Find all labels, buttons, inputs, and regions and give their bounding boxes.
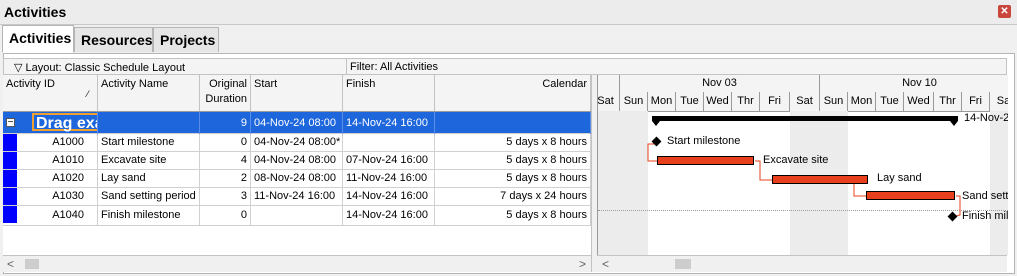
sort-icon: ⁄ xyxy=(87,89,89,99)
activity-calendar: 5 days x 8 hours xyxy=(435,170,591,187)
activity-calendar: 5 days x 8 hours xyxy=(435,152,591,169)
table-row[interactable]: A1010 Excavate site 4 04-Nov-24 08:00 07… xyxy=(3,152,591,170)
gantt-chart: Nov 03 Nov 10 Sat Sun Mon Tue Wed Thr Fr… xyxy=(597,75,1008,255)
activity-finish: 14-Nov-24 16:00 xyxy=(343,188,435,205)
scroll-right-icon[interactable]: > xyxy=(579,257,586,271)
gantt-label: Excavate site xyxy=(763,154,829,166)
scroll-left-icon[interactable]: < xyxy=(7,257,14,271)
activity-name: Start milestone xyxy=(98,134,200,151)
activity-id: A1030 xyxy=(17,188,98,205)
wbs-finish: 14-Nov-24 16:00 xyxy=(343,112,435,134)
layout-filter-bar: ▽ Layout: Classic Schedule Layout Filter… xyxy=(3,58,1007,75)
activity-duration: 4 xyxy=(200,152,251,169)
close-icon[interactable]: ✕ xyxy=(998,5,1011,18)
activity-finish: 11-Nov-24 16:00 xyxy=(343,170,435,187)
activity-bar[interactable] xyxy=(657,156,754,165)
table-row[interactable]: A1040 Finish milestone 0 14-Nov-24 16:00… xyxy=(3,206,591,226)
table-row[interactable]: A1000 Start milestone 0 04-Nov-24 08:00*… xyxy=(3,134,591,152)
activity-name: Excavate site xyxy=(98,152,200,169)
activity-duration: 0 xyxy=(200,206,251,225)
col-finish[interactable]: Finish xyxy=(343,75,435,111)
wbs-calendar xyxy=(435,112,591,134)
col-activity-name[interactable]: Activity Name xyxy=(98,75,200,111)
scroll-left-icon[interactable]: < xyxy=(602,257,609,271)
table-row[interactable]: A1020 Lay sand 2 08-Nov-24 08:00 11-Nov-… xyxy=(3,170,591,188)
gantt-label: Finish mile xyxy=(962,210,1008,222)
activity-table: Activity ID ⁄ Activity Name Original Dura… xyxy=(3,75,591,255)
wbs-start: 04-Nov-24 08:00 xyxy=(251,112,343,134)
scroll-thumb[interactable] xyxy=(25,259,39,269)
chevron-down-icon: ▽ xyxy=(14,62,26,74)
activity-finish xyxy=(343,134,435,151)
activity-duration: 3 xyxy=(200,188,251,205)
activity-start: 04-Nov-24 08:00* xyxy=(251,134,343,151)
activity-name: Finish milestone xyxy=(98,206,200,225)
tab-projects[interactable]: Projects xyxy=(153,27,219,52)
activity-id: A1040 xyxy=(17,206,98,225)
wbs-id-cell: − Drag example xyxy=(3,112,98,134)
activity-bar[interactable] xyxy=(772,175,868,184)
divider xyxy=(346,59,347,74)
window-title: Activities xyxy=(4,4,67,20)
col-activity-id[interactable]: Activity ID ⁄ xyxy=(3,75,98,111)
table-horizontal-scrollbar[interactable]: < > xyxy=(3,255,591,272)
layout-label[interactable]: ▽ Layout: Classic Schedule Layout xyxy=(14,61,185,74)
wbs-duration: 9 xyxy=(200,112,251,134)
tab-activities[interactable]: Activities xyxy=(2,25,74,53)
col-original-duration[interactable]: Original Duration xyxy=(200,75,251,111)
activity-finish: 07-Nov-24 16:00 xyxy=(343,152,435,169)
activity-calendar: 5 days x 8 hours xyxy=(435,206,591,225)
activity-start: 11-Nov-24 16:00 xyxy=(251,188,343,205)
wbs-name[interactable]: Drag example xyxy=(32,113,97,132)
activity-name: Lay sand xyxy=(98,170,200,187)
activity-id: A1000 xyxy=(17,134,98,151)
title-bar: Activities ✕ xyxy=(0,0,1017,25)
gantt-label: Sand sett xyxy=(962,190,1008,202)
collapse-toggle[interactable]: − xyxy=(6,118,15,128)
filter-label[interactable]: Filter: All Activities xyxy=(350,61,438,73)
col-start[interactable]: Start xyxy=(251,75,343,111)
gantt-horizontal-scrollbar[interactable]: < xyxy=(597,255,1007,272)
activity-duration: 2 xyxy=(200,170,251,187)
col-calendar[interactable]: Calendar xyxy=(435,75,591,111)
activity-start: 08-Nov-24 08:00 xyxy=(251,170,343,187)
activity-calendar: 5 days x 8 hours xyxy=(435,134,591,151)
table-row[interactable]: A1030 Sand setting period 3 11-Nov-24 16… xyxy=(3,188,591,206)
wbs-row[interactable]: − Drag example 9 04-Nov-24 08:00 14-Nov-… xyxy=(3,112,591,134)
activity-start xyxy=(251,206,343,225)
activity-start: 04-Nov-24 08:00 xyxy=(251,152,343,169)
activity-id: A1020 xyxy=(17,170,98,187)
gantt-label: Lay sand xyxy=(877,172,922,184)
activity-duration: 0 xyxy=(200,134,251,151)
table-header: Activity ID ⁄ Activity Name Original Dura… xyxy=(3,75,591,112)
tab-resources[interactable]: Resources xyxy=(74,27,153,52)
scroll-thumb[interactable] xyxy=(675,259,691,269)
gantt-label: Start milestone xyxy=(667,135,741,147)
activity-name: Sand setting period xyxy=(98,188,200,205)
activity-bar[interactable] xyxy=(866,191,955,200)
tab-strip: Activities Resources Projects xyxy=(0,25,1017,53)
activity-calendar: 7 days x 24 hours xyxy=(435,188,591,205)
activity-finish: 14-Nov-24 16:00 xyxy=(343,206,435,225)
wbs-name-cell xyxy=(98,112,200,134)
activity-id: A1010 xyxy=(17,152,98,169)
